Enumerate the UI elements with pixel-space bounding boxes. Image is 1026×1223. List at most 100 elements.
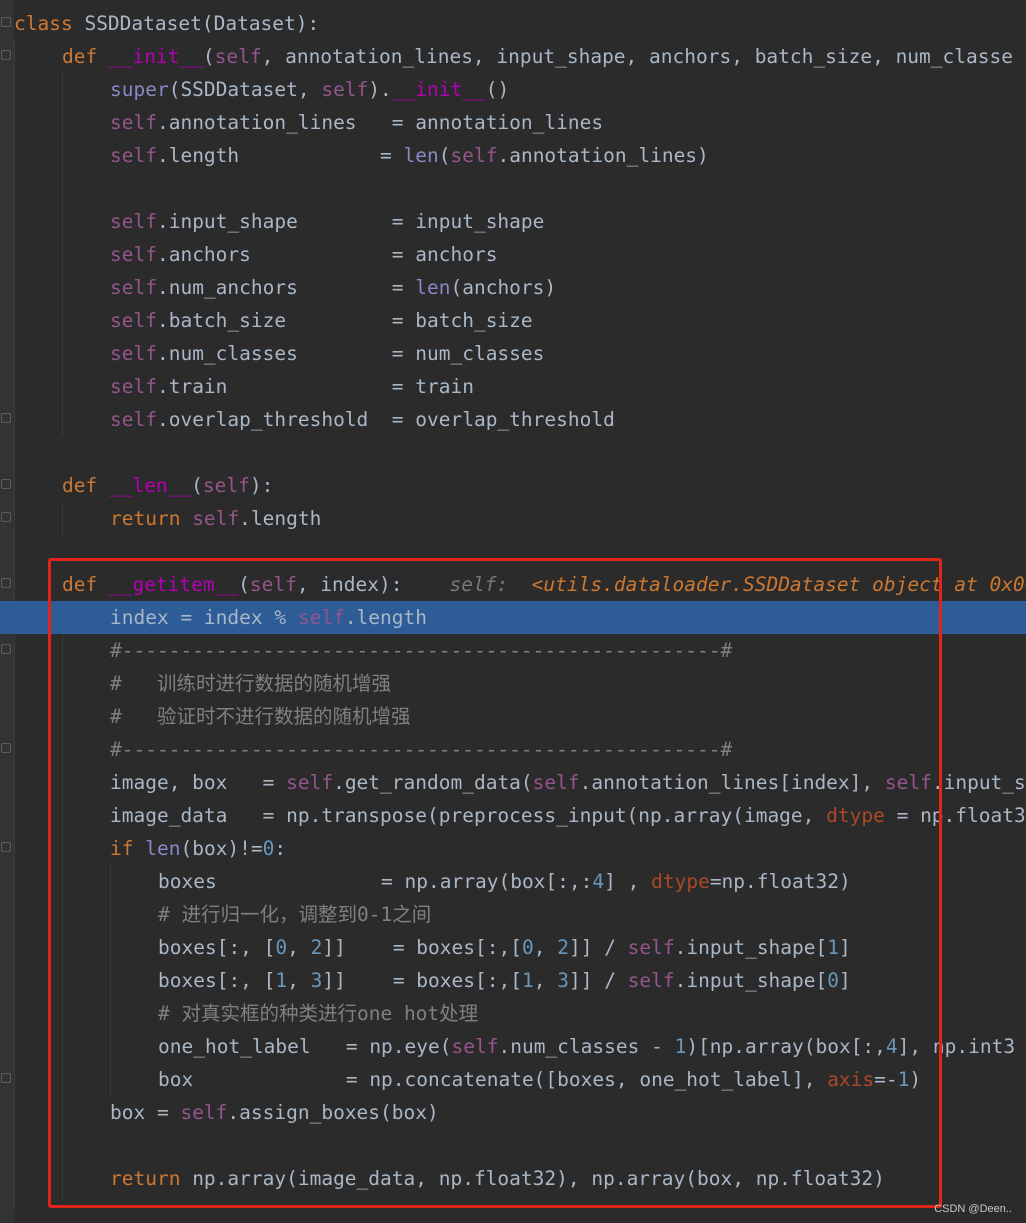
code-token: class: [14, 12, 85, 35]
code-line[interactable]: class SSDDataset(Dataset):: [0, 7, 1026, 40]
code-token: .get_random_data(: [333, 771, 533, 794]
code-line[interactable]: # 对真实框的种类进行one hot处理: [0, 997, 1026, 1030]
code-token: __init__: [108, 45, 203, 68]
code-token: 0: [262, 837, 275, 860]
code-token: ,: [533, 936, 558, 959]
code-token: ]: [839, 936, 851, 959]
code-token: ,: [533, 969, 558, 992]
code-line[interactable]: box = self.assign_boxes(box): [0, 1096, 1026, 1129]
code-token: (SSDDataset,: [168, 78, 322, 101]
code-token: .batch_size = batch_size: [156, 309, 533, 332]
code-text: return self.length: [110, 502, 321, 535]
code-text: def __getitem__(self, index): self: <uti…: [62, 568, 1026, 601]
code-token: (anchors): [450, 276, 557, 299]
code-token: .overlap_threshold = overlap_threshold: [156, 408, 615, 431]
code-token: self: [321, 78, 369, 101]
code-token: .input_shape[: [674, 936, 828, 959]
code-line[interactable]: self.annotation_lines = annotation_lines: [0, 106, 1026, 139]
code-token: )[np.array(box[:,: [686, 1035, 886, 1058]
code-line[interactable]: self.length = len(self.annotation_lines): [0, 139, 1026, 172]
code-token: SSDDataset(Dataset):: [84, 12, 320, 35]
code-line[interactable]: self.input_shape = input_shape: [0, 205, 1026, 238]
code-token: boxes[:, [: [158, 936, 276, 959]
code-token: .num_classes -: [498, 1035, 675, 1058]
code-token: ): [909, 1068, 922, 1091]
code-token: def: [62, 474, 109, 497]
code-line[interactable]: # 训练时进行数据的随机增强: [0, 667, 1026, 700]
code-line[interactable]: image, box = self.get_random_data(self.a…: [0, 766, 1026, 799]
code-line[interactable]: [0, 172, 1026, 205]
code-line[interactable]: [0, 436, 1026, 469]
code-text: self.train = train: [110, 370, 474, 403]
code-text: if len(box)!=0:: [110, 832, 286, 865]
code-token: 1: [827, 936, 840, 959]
code-token: 0: [521, 936, 534, 959]
code-token: (: [191, 474, 203, 497]
code-token: :: [274, 837, 287, 860]
code-token: self: [110, 210, 157, 233]
code-token: image_data = np.transpose(preprocess_inp…: [110, 804, 827, 827]
code-line-current[interactable]: index = index % self.length: [0, 601, 1026, 634]
inline-hint-value: <utils.dataloader.SSDDataset object at 0…: [531, 573, 1026, 596]
code-token: .length: [344, 606, 427, 629]
code-token: self: [110, 111, 157, 134]
code-line[interactable]: return self.length: [0, 502, 1026, 535]
code-line[interactable]: one_hot_label = np.eye(self.num_classes …: [0, 1030, 1026, 1063]
code-text: #---------------------------------------…: [110, 733, 732, 766]
code-line[interactable]: return np.array(image_data, np.float32),…: [0, 1162, 1026, 1195]
code-token: , index):: [296, 573, 403, 596]
code-token: #---------------------------------------…: [110, 738, 733, 761]
code-line[interactable]: def __len__(self):: [0, 469, 1026, 502]
code-line[interactable]: def __getitem__(self, index): self: <uti…: [0, 568, 1026, 601]
code-line[interactable]: self.num_anchors = len(anchors): [0, 271, 1026, 304]
code-line[interactable]: image_data = np.transpose(preprocess_inp…: [0, 799, 1026, 832]
code-token: ]] /: [568, 936, 628, 959]
code-line[interactable]: boxes[:, [0, 2]] = boxes[:,[0, 2]] / sel…: [0, 931, 1026, 964]
code-line[interactable]: self.anchors = anchors: [0, 238, 1026, 271]
code-token: if: [110, 837, 146, 860]
code-token: 2: [310, 936, 323, 959]
code-token: 1: [674, 1035, 687, 1058]
code-line[interactable]: [0, 1129, 1026, 1162]
code-token: self: [884, 771, 932, 794]
code-line[interactable]: #---------------------------------------…: [0, 733, 1026, 766]
code-token: self: [214, 45, 262, 68]
code-token: ]: [839, 969, 851, 992]
code-text: # 训练时进行数据的随机增强: [110, 667, 391, 700]
code-token: boxes = np.array(box[:,:: [158, 870, 593, 893]
code-token: (: [238, 573, 250, 596]
code-line[interactable]: boxes[:, [1, 3]] = boxes[:,[1, 3]] / sel…: [0, 964, 1026, 997]
code-token: image, box =: [110, 771, 287, 794]
code-line[interactable]: box = np.concatenate([boxes, one_hot_lab…: [0, 1063, 1026, 1096]
code-token: self: [110, 408, 157, 431]
code-line[interactable]: if len(box)!=0:: [0, 832, 1026, 865]
code-token: self: [627, 936, 675, 959]
code-token: ).: [368, 78, 392, 101]
code-token: self: [110, 243, 157, 266]
code-token: .annotation_lines[index],: [579, 771, 885, 794]
code-token: ,: [287, 969, 311, 992]
code-token: def: [62, 573, 109, 596]
code-token: ):: [249, 474, 274, 497]
code-text: # 验证时不进行数据的随机增强: [110, 700, 410, 733]
code-line[interactable]: self.train = train: [0, 370, 1026, 403]
code-text: index = index % self.length: [110, 601, 427, 634]
code-editor[interactable]: class SSDDataset(Dataset): def __init__(s…: [0, 0, 1026, 1223]
code-line[interactable]: # 验证时不进行数据的随机增强: [0, 700, 1026, 733]
code-token: self: [202, 474, 250, 497]
code-line[interactable]: #---------------------------------------…: [0, 634, 1026, 667]
code-text: boxes[:, [0, 2]] = boxes[:,[0, 2]] / sel…: [158, 931, 851, 964]
code-line[interactable]: self.batch_size = batch_size: [0, 304, 1026, 337]
code-line[interactable]: def __init__(self, annotation_lines, inp…: [0, 40, 1026, 73]
code-text: self.length = len(self.annotation_lines): [110, 139, 709, 172]
code-token: 1: [275, 969, 288, 992]
code-token: box = np.concatenate([boxes, one_hot_lab…: [158, 1068, 828, 1091]
code-line[interactable]: [0, 535, 1026, 568]
code-line[interactable]: self.overlap_threshold = overlap_thresho…: [0, 403, 1026, 436]
code-token: self: [180, 1101, 228, 1124]
code-line[interactable]: # 进行归一化，调整到0-1之间: [0, 898, 1026, 931]
code-line[interactable]: super(SSDDataset, self).__init__(): [0, 73, 1026, 106]
code-line[interactable]: boxes = np.array(box[:,:4] , dtype=np.fl…: [0, 865, 1026, 898]
code-token: self: [286, 771, 334, 794]
code-line[interactable]: self.num_classes = num_classes: [0, 337, 1026, 370]
